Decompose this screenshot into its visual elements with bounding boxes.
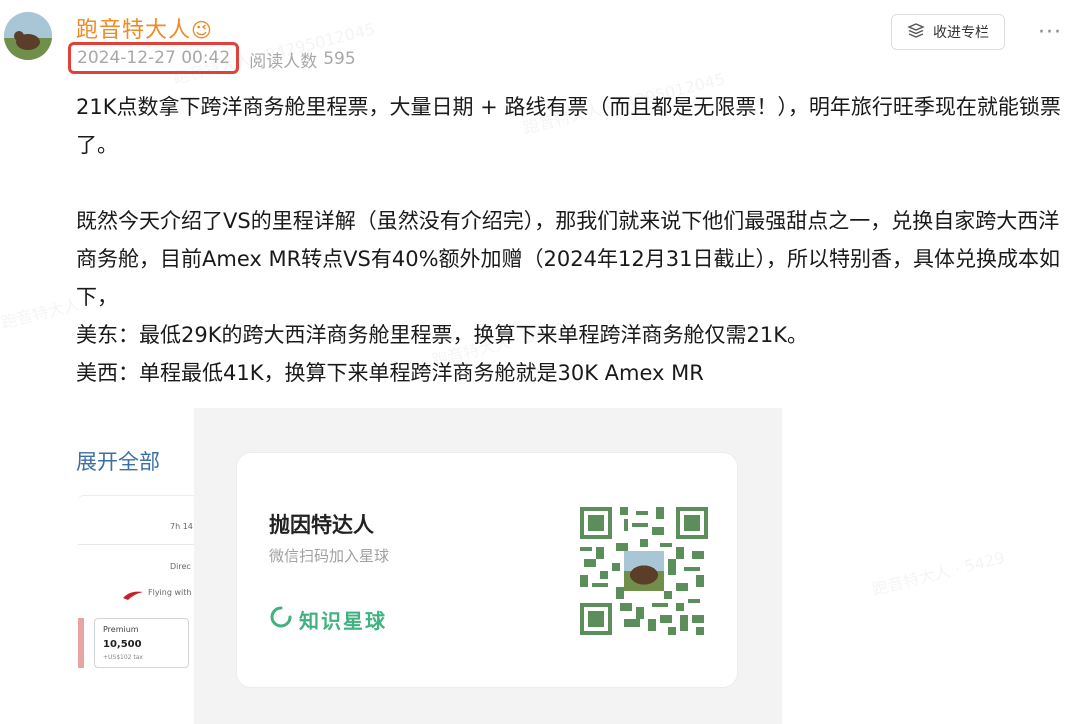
avatar[interactable] [4,12,52,60]
paragraph-explanation: 既然今天介绍了VS的里程详解（虽然没有介绍完），那我们就来说下他们最强甜点之一，… [76,209,1060,309]
planet-ring-icon [269,605,293,634]
paragraph-us-west: 美西：单程最低41K，换算下来单程跨洋商务舱就是30K Amex MR [76,361,704,385]
qr-code-icon[interactable] [580,507,708,635]
reads-label: 阅读人数 [249,51,318,72]
more-options-icon[interactable]: ··· [1038,20,1062,45]
preview-flying-with: Flying with [148,588,192,597]
post-body: 21K点数拿下跨洋商务舱里程票，大量日期 + 路线有票（而且都是无限票！），明年… [76,88,1066,392]
promo-subtitle: 微信扫码加入星球 [269,547,390,565]
stack-icon [907,22,925,42]
preview-fare-box: Premium 10,500 +US$102 tax [94,618,189,668]
wink-emoji-icon: 😉 [191,18,213,42]
post-meta: 2024-12-27 00:42 阅读人数 595 [68,42,356,74]
brand-name: 知识星球 [299,609,387,633]
preview-duration: 7h 14 [170,522,193,531]
author-name-text: 跑音特大人 [76,18,192,43]
paragraph-us-east: 美东：最低29K的跨大西洋商务舱里程票，换算下来单程跨洋商务舱仅需21K。 [76,323,808,347]
collect-label: 收进专栏 [933,25,989,41]
author-name[interactable]: 跑音特大人😉 [76,12,213,44]
preview-tax: +US$102 tax [103,654,143,661]
airline-logo-icon [122,586,144,605]
collect-to-column-button[interactable]: 收进专栏 [891,14,1005,50]
post-timestamp: 2024-12-27 00:42 [68,42,240,74]
expand-all-link[interactable]: 展开全部 [76,446,160,476]
preview-cabin: Premium [103,625,139,634]
preview-direct: Direc [170,562,191,571]
attached-image-preview[interactable]: 7h 14 Direc Flying with Premium 10,500 +… [78,495,198,695]
knowledge-planet-logo: 知识星球 [269,605,387,634]
promo-card[interactable]: 抛因特达人 微信扫码加入星球 知识星球 [237,453,737,687]
reads-count: 595 [323,49,356,69]
paragraph-intro: 21K点数拿下跨洋商务舱里程票，大量日期 + 路线有票（而且都是无限票！），明年… [76,95,1061,157]
preview-points: 10,500 [103,639,142,650]
promo-title: 抛因特达人 [269,513,374,537]
